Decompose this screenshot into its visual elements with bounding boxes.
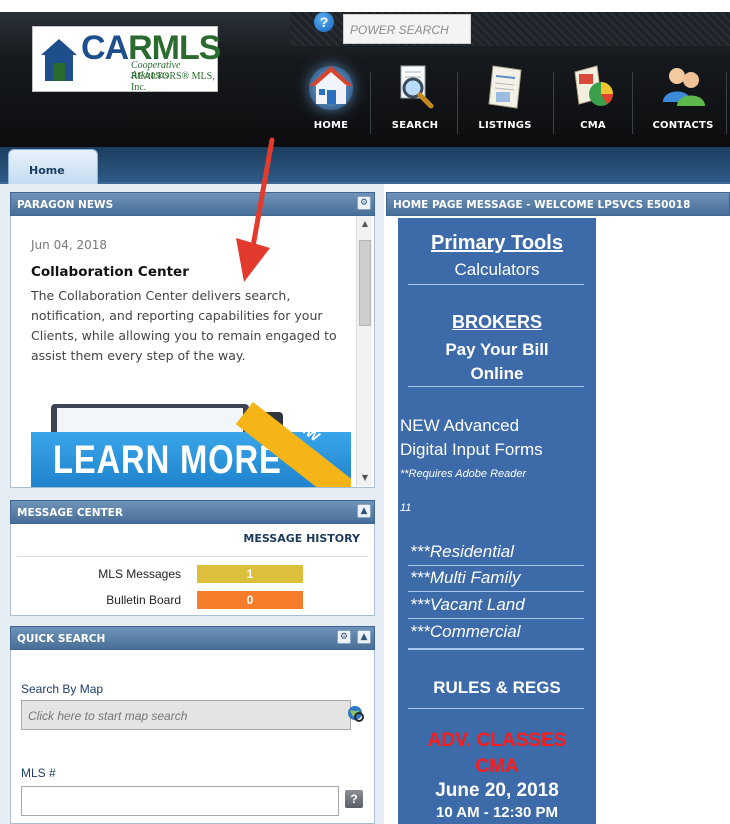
search-by-map-label: Search By Map (21, 682, 104, 696)
nav-divider (726, 72, 727, 134)
requires-note-1: **Requires Adobe Reader (400, 468, 527, 480)
tab-bar: Home (0, 147, 730, 184)
gear-icon[interactable]: ⚙ (337, 630, 351, 644)
quick-search-title: QUICK SEARCH (17, 633, 106, 645)
message-row-mls[interactable]: MLS Messages 1 (11, 564, 381, 584)
new-forms-line-1[interactable]: NEW Advanced (400, 416, 596, 436)
help-icon[interactable]: ? (314, 12, 334, 32)
tab-home[interactable]: Home (8, 149, 98, 184)
paragon-news-title: PARAGON NEWS (17, 199, 114, 211)
divider (408, 618, 584, 619)
nav-cma[interactable]: CMA (560, 62, 626, 142)
mls-messages-label: MLS Messages (98, 567, 181, 581)
nav-listings[interactable]: LISTINGS (465, 62, 545, 142)
requires-note-2: 11 (400, 502, 412, 514)
brokers-link[interactable]: BROKERS (398, 312, 596, 333)
house-logo-icon (41, 39, 77, 81)
message-center-panel: MESSAGE HISTORY MLS Messages 1 Bulletin … (10, 524, 375, 616)
banner-learn-more-text: LEARN MORE (53, 438, 282, 482)
divider (408, 565, 584, 566)
message-row-bulletin[interactable]: Bulletin Board 0 (11, 590, 381, 610)
primary-tools-link[interactable]: Primary Tools (398, 232, 596, 255)
nav-home[interactable]: HOME (296, 62, 366, 142)
calculators-link[interactable]: Calculators (398, 260, 596, 280)
news-title: Collaboration Center (31, 264, 189, 280)
bulletin-board-label: Bulletin Board (106, 593, 181, 607)
nav-divider (632, 72, 633, 134)
nav-contacts[interactable]: CONTACTS (640, 62, 726, 142)
mls-messages-count[interactable]: 1 (197, 565, 303, 583)
class-date: June 20, 2018 (435, 780, 559, 801)
news-scrollbar[interactable]: ▲ ▼ (356, 216, 372, 486)
nav-home-label: HOME (313, 120, 349, 131)
nav-listings-label: LISTINGS (478, 120, 532, 131)
link-commercial[interactable]: ***Commercial (410, 622, 596, 642)
message-center-header: MESSAGE CENTER (10, 500, 375, 524)
link-vacant-land[interactable]: ***Vacant Land (410, 595, 596, 615)
link-residential[interactable]: ***Residential (410, 542, 596, 562)
pay-bill-line-1[interactable]: Pay Your Bill (398, 340, 596, 360)
logo-subtitle-2: REALTORS® MLS, Inc. (131, 71, 215, 93)
app-header: CARMLS Cooperative Arkansas REALTORS® ML… (0, 0, 730, 184)
pay-bill-line-2[interactable]: Online (398, 364, 596, 384)
power-search-input[interactable]: POWER SEARCH (343, 14, 471, 44)
message-center-title: MESSAGE CENTER (17, 507, 123, 519)
nav-divider (553, 72, 554, 134)
divider (408, 648, 584, 650)
map-search-input[interactable]: Click here to start map search (21, 700, 351, 730)
mls-help-button[interactable]: ? (345, 790, 363, 808)
home-message-title: HOME PAGE MESSAGE - WELCOME LPSVCS E5001… (393, 199, 691, 211)
divider (408, 284, 584, 285)
paragon-news-panel: Jun 04, 2018 Collaboration Center The Co… (10, 216, 375, 488)
scroll-up-icon[interactable]: ▲ (357, 216, 373, 232)
collapse-icon[interactable]: ▲ (357, 630, 371, 644)
divider (408, 708, 584, 709)
news-date: Jun 04, 2018 (31, 238, 108, 252)
search-icon (400, 65, 434, 109)
nav-cma-label: CMA (580, 120, 606, 131)
carmls-logo[interactable]: CARMLS Cooperative Arkansas REALTORS® ML… (32, 26, 221, 93)
adv-classes-heading: ADV. CLASSES (427, 730, 567, 751)
class-time: 10 AM - 12:30 PM (436, 804, 558, 821)
globe-search-icon[interactable] (346, 704, 366, 724)
nav-divider (370, 72, 371, 134)
nav-divider (457, 72, 458, 134)
message-history-link[interactable]: MESSAGE HISTORY (243, 532, 360, 545)
nav-search[interactable]: SEARCH (380, 62, 450, 142)
scroll-thumb[interactable] (359, 240, 371, 326)
divider (17, 556, 368, 557)
divider (408, 591, 584, 592)
nav-search-label: SEARCH (391, 120, 439, 131)
scroll-down-icon[interactable]: ▼ (357, 470, 373, 486)
news-body: The Collaboration Center delivers search… (31, 288, 337, 363)
quick-search-header: QUICK SEARCH (10, 626, 375, 650)
gear-icon[interactable]: ⚙ (357, 196, 371, 210)
new-forms-line-2[interactable]: Digital Input Forms (400, 440, 596, 460)
learn-more-banner[interactable]: LEARN MORE NEW (31, 402, 351, 487)
paragon-news-header: PARAGON NEWS (10, 192, 375, 216)
divider (408, 386, 584, 387)
link-multi-family[interactable]: ***Multi Family (410, 568, 596, 588)
rules-regs-link[interactable]: RULES & REGS (398, 678, 596, 698)
quick-search-panel: Search By Map Click here to start map se… (10, 650, 375, 824)
home-message-promo: Primary Tools Calculators BROKERS Pay Yo… (398, 218, 596, 824)
listings-icon (488, 65, 522, 109)
collapse-icon[interactable]: ▲ (357, 504, 371, 518)
mls-number-input[interactable] (21, 786, 339, 816)
home-message-header: HOME PAGE MESSAGE - WELCOME LPSVCS E5001… (386, 192, 730, 216)
home-icon (309, 66, 353, 110)
cma-class-heading: CMA (475, 756, 519, 777)
nav-contacts-label: CONTACTS (652, 120, 714, 131)
cma-chart-icon (574, 65, 613, 106)
mls-number-label: MLS # (21, 766, 56, 780)
contacts-icon (663, 68, 705, 106)
bulletin-board-count[interactable]: 0 (197, 591, 303, 609)
